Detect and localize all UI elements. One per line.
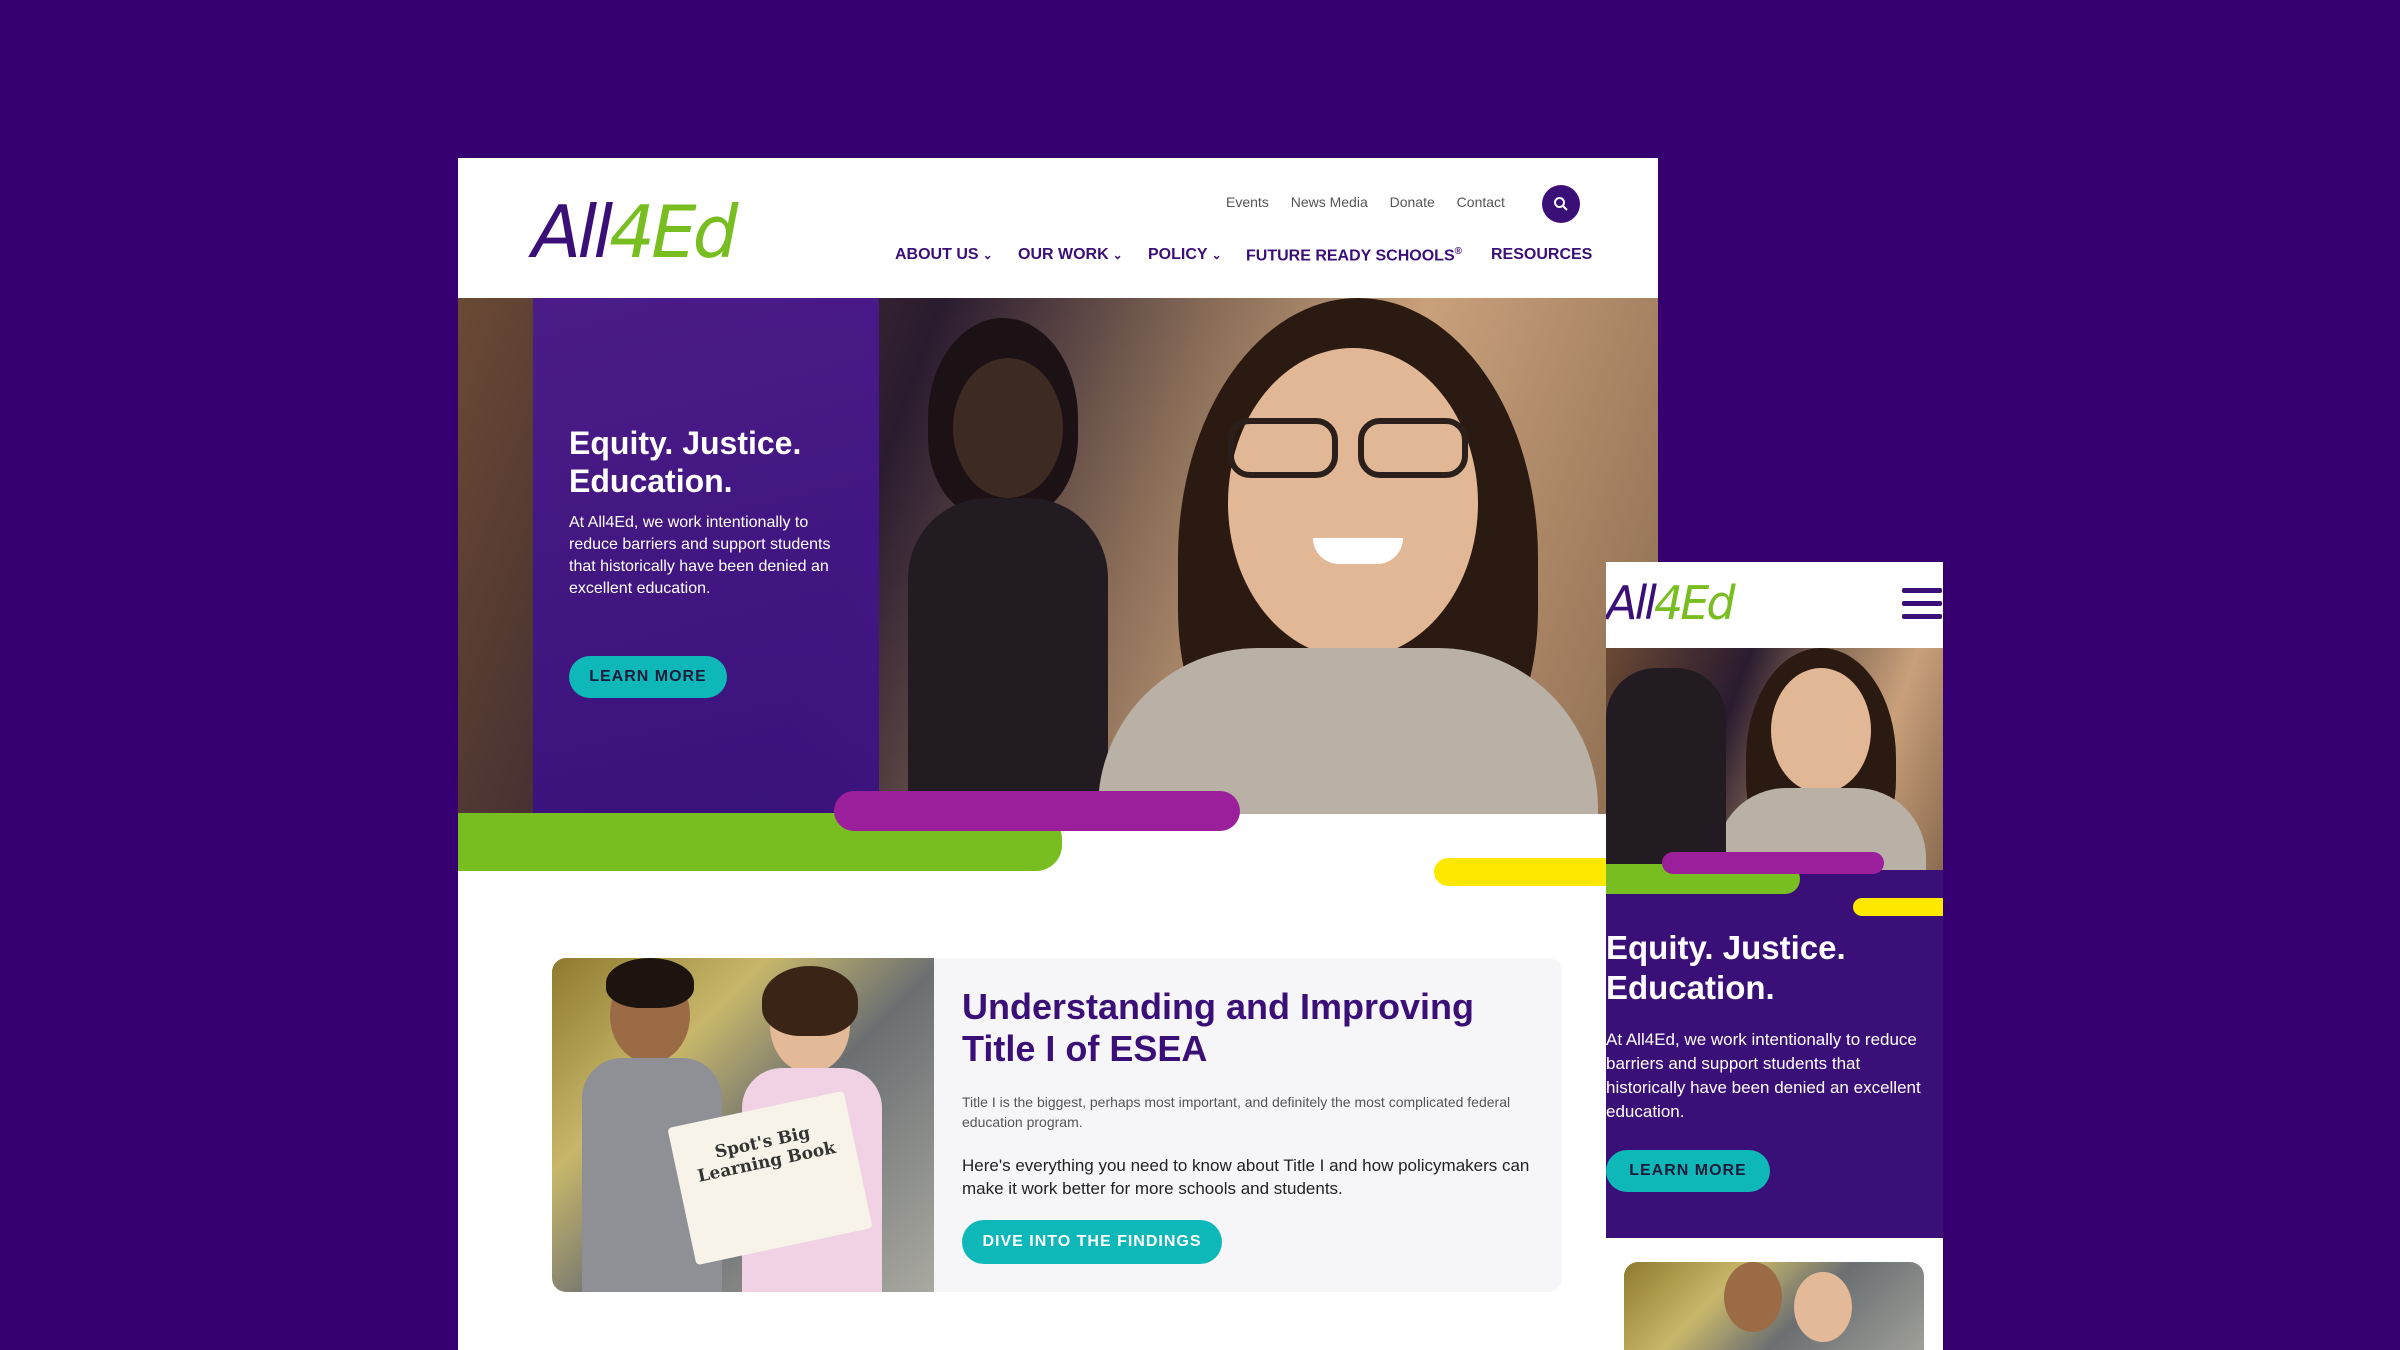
decor-bar-magenta bbox=[834, 791, 1240, 831]
hamburger-line bbox=[1902, 588, 1942, 593]
mobile-learn-more-button[interactable]: LEARN MORE bbox=[1606, 1150, 1770, 1192]
hero-description: At All4Ed, we work intentionally to redu… bbox=[569, 514, 831, 597]
chevron-down-icon: ⌄ bbox=[1112, 248, 1123, 262]
card-title[interactable]: Understanding and Improving Title I of E… bbox=[962, 986, 1522, 1070]
nav-future-ready-schools[interactable]: FUTURE READY SCHOOLS® bbox=[1246, 246, 1462, 265]
search-icon bbox=[1554, 197, 1568, 211]
featured-card[interactable]: Spot's Big Learning Book Understanding a… bbox=[552, 958, 1562, 1292]
nav-about-us[interactable]: ABOUT US ⌄ bbox=[895, 246, 993, 264]
hero-title: Equity. Justice. Education. bbox=[569, 425, 802, 499]
hero-photo-figure bbox=[1313, 538, 1403, 564]
card-body: Here's everything you need to know about… bbox=[962, 1156, 1530, 1198]
hamburger-line bbox=[1902, 614, 1942, 619]
chevron-down-icon: ⌄ bbox=[982, 248, 993, 262]
all4ed-logo[interactable]: All4Ed bbox=[532, 196, 738, 268]
mobile-hero-title: Equity. Justice. Education. bbox=[1606, 929, 1846, 1006]
mobile-card-image bbox=[1624, 1262, 1924, 1350]
hamburger-line bbox=[1902, 601, 1942, 606]
mobile-mockup: All4Ed Equity. Justice. Education. At Al… bbox=[1606, 562, 1943, 1350]
nav-resources[interactable]: RESOURCES bbox=[1491, 246, 1592, 264]
search-button[interactable] bbox=[1542, 185, 1580, 223]
hero-photo-figure bbox=[1098, 648, 1598, 814]
hero-photo-figure bbox=[908, 498, 1108, 814]
mobile-photo-figure bbox=[1606, 668, 1726, 868]
card-image-figure bbox=[606, 958, 694, 1008]
site-header: All4Ed Events News Media Donate Contact … bbox=[458, 158, 1658, 298]
book-title: Spot's Big Learning Book bbox=[695, 1122, 838, 1187]
mobile-card-figure bbox=[1794, 1272, 1852, 1342]
util-link-events[interactable]: Events bbox=[1226, 194, 1269, 210]
card-image-figure bbox=[762, 966, 858, 1036]
hero-photo-figure bbox=[1228, 348, 1478, 658]
nav-policy[interactable]: POLICY ⌄ bbox=[1148, 246, 1222, 264]
decor-bar-magenta bbox=[1662, 852, 1884, 874]
util-link-contact[interactable]: Contact bbox=[1457, 194, 1505, 210]
util-link-news-media[interactable]: News Media bbox=[1291, 194, 1368, 210]
featured-card-image: Spot's Big Learning Book bbox=[552, 958, 934, 1292]
desktop-mockup: All4Ed Events News Media Donate Contact … bbox=[458, 158, 1658, 1350]
learn-more-button[interactable]: LEARN MORE bbox=[569, 656, 727, 698]
hero-photo-figure bbox=[1358, 418, 1468, 478]
hero-photo-figure bbox=[1228, 418, 1338, 478]
utility-nav: Events News Media Donate Contact bbox=[1208, 194, 1505, 210]
chevron-down-icon: ⌄ bbox=[1211, 248, 1222, 262]
mobile-photo-figure bbox=[1771, 668, 1871, 793]
util-link-donate[interactable]: Donate bbox=[1390, 194, 1435, 210]
mobile-card-figure bbox=[1724, 1262, 1782, 1332]
hero-photo-figure bbox=[953, 358, 1063, 498]
hamburger-icon[interactable] bbox=[1902, 588, 1942, 624]
decor-bar-yellow bbox=[1853, 898, 1943, 916]
hero-section: Equity. Justice. Education. At All4Ed, w… bbox=[458, 298, 1658, 814]
mobile-hero-photo bbox=[1606, 648, 1943, 878]
all4ed-logo[interactable]: All4Ed bbox=[1606, 580, 1736, 626]
mobile-hero-description: At All4Ed, we work intentionally to redu… bbox=[1606, 1030, 1921, 1121]
dive-into-findings-button[interactable]: DIVE INTO THE FINDINGS bbox=[962, 1220, 1222, 1264]
card-subtitle: Title I is the biggest, perhaps most imp… bbox=[962, 1094, 1511, 1130]
nav-our-work[interactable]: OUR WORK ⌄ bbox=[1018, 246, 1123, 264]
